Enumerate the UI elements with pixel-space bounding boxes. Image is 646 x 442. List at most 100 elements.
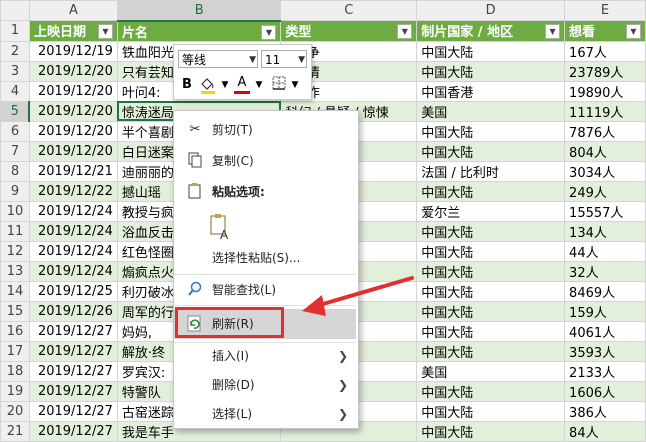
table-cell[interactable]: 中国香港 (416, 80, 566, 102)
table-cell[interactable]: 美国 (416, 360, 566, 382)
table-cell[interactable]: 19890人 (564, 80, 646, 102)
font-name-box[interactable]: 等线 ▼ (178, 50, 258, 68)
table-cell[interactable]: 134人 (564, 220, 646, 242)
table-cell[interactable]: 爱尔兰 (416, 200, 566, 222)
header-cell-country[interactable]: 制片国家 / 地区 ▼ (416, 20, 566, 42)
row-header[interactable]: 15 (0, 300, 30, 322)
table-cell[interactable]: 2019/12/27 (28, 400, 118, 422)
table-cell[interactable]: 167人 (564, 40, 646, 62)
table-cell[interactable]: 2019/12/24 (28, 240, 118, 262)
chevron-down-icon[interactable]: ▼ (249, 51, 256, 69)
row-header[interactable]: 12 (0, 240, 30, 262)
select-all-corner[interactable] (0, 0, 30, 21)
column-header-e[interactable]: E (564, 0, 646, 21)
table-cell[interactable]: 3034人 (564, 160, 646, 182)
bold-button[interactable]: B (180, 75, 194, 95)
table-cell[interactable]: 386人 (564, 400, 646, 422)
table-cell[interactable]: 2019/12/20 (28, 140, 118, 162)
table-cell[interactable]: 中国大陆 (416, 420, 566, 442)
table-cell[interactable]: 2019/12/24 (28, 200, 118, 222)
table-cell[interactable]: 中国大陆 (416, 260, 566, 282)
table-cell[interactable]: 美国 (416, 100, 566, 122)
table-cell[interactable]: 中国大陆 (416, 40, 566, 62)
table-cell[interactable]: 7876人 (564, 120, 646, 142)
row-header[interactable]: 4 (0, 80, 30, 102)
row-header[interactable]: 13 (0, 260, 30, 282)
table-cell[interactable]: 中国大陆 (416, 300, 566, 322)
table-cell[interactable]: 中国大陆 (416, 380, 566, 402)
chevron-down-icon[interactable]: ▼ (290, 75, 300, 95)
row-header[interactable]: 7 (0, 140, 30, 162)
column-header-a[interactable]: A (28, 0, 118, 21)
table-cell[interactable]: 4061人 (564, 320, 646, 342)
menu-item-select[interactable]: 选择(L) ❯ (174, 401, 356, 427)
table-cell[interactable]: 804人 (564, 140, 646, 162)
header-cell-date[interactable]: 上映日期 ▼ (28, 20, 118, 42)
header-cell-want[interactable]: 想看 ▼ (564, 20, 646, 42)
table-cell[interactable]: 11119人 (564, 100, 646, 122)
table-cell[interactable]: 2019/12/27 (28, 320, 118, 342)
table-cell[interactable]: 44人 (564, 240, 646, 262)
table-cell[interactable]: 23789人 (564, 60, 646, 82)
menu-item-delete[interactable]: 删除(D) ❯ (174, 372, 356, 398)
paste-keep-format-icon[interactable]: A (210, 213, 232, 242)
row-header[interactable]: 16 (0, 320, 30, 342)
table-cell[interactable]: 中国大陆 (416, 340, 566, 362)
font-color-button[interactable]: A (234, 75, 250, 94)
filter-dropdown-icon[interactable]: ▼ (97, 24, 113, 40)
table-cell[interactable]: 2019/12/24 (28, 260, 118, 282)
table-cell[interactable]: 中国大陆 (416, 220, 566, 242)
row-header[interactable]: 18 (0, 360, 30, 382)
menu-item-smart-lookup[interactable]: 智能查找(L) (174, 277, 356, 303)
row-header[interactable]: 10 (0, 200, 30, 222)
fill-color-button[interactable] (198, 75, 220, 95)
filter-dropdown-icon[interactable]: ▼ (626, 24, 641, 40)
menu-item-copy[interactable]: 复制(C) (174, 148, 356, 174)
chevron-down-icon[interactable]: ▼ (254, 75, 264, 95)
table-cell[interactable]: 2133人 (564, 360, 646, 382)
row-header[interactable]: 3 (0, 60, 30, 82)
column-header-b[interactable]: B (116, 0, 282, 22)
table-cell[interactable]: 中国大陆 (416, 180, 566, 202)
filter-dropdown-icon[interactable]: ▼ (261, 24, 277, 40)
table-cell[interactable]: 中国大陆 (416, 280, 566, 302)
table-cell[interactable]: 中国大陆 (416, 140, 566, 162)
table-cell[interactable]: 2019/12/20 (28, 120, 118, 142)
border-button[interactable] (270, 75, 288, 95)
menu-item-insert[interactable]: 插入(I) ❯ (174, 343, 356, 369)
row-header[interactable]: 6 (0, 120, 30, 142)
table-cell[interactable]: 84人 (564, 420, 646, 442)
row-header[interactable]: 8 (0, 160, 30, 182)
table-cell[interactable]: 2019/12/26 (28, 300, 118, 322)
row-header[interactable]: 2 (0, 40, 30, 62)
menu-item-cut[interactable]: ✂ 剪切(T) (174, 117, 356, 143)
table-cell[interactable]: 法国 / 比利时 (416, 160, 566, 182)
table-cell[interactable]: 2019/12/27 (28, 380, 118, 402)
table-cell[interactable]: 1606人 (564, 380, 646, 402)
row-header[interactable]: 14 (0, 280, 30, 302)
table-cell[interactable]: 2019/12/27 (28, 340, 118, 362)
table-cell[interactable]: 3593人 (564, 340, 646, 362)
table-cell[interactable]: 8469人 (564, 280, 646, 302)
table-cell[interactable]: 2019/12/19 (28, 40, 118, 62)
row-header[interactable]: 11 (0, 220, 30, 242)
table-cell[interactable]: 32人 (564, 260, 646, 282)
header-cell-title[interactable]: 片名 ▼ (116, 20, 282, 42)
chevron-down-icon[interactable]: ▼ (298, 51, 305, 69)
table-cell[interactable]: 159人 (564, 300, 646, 322)
row-header[interactable]: 1 (0, 20, 30, 42)
table-cell[interactable]: 15557人 (564, 200, 646, 222)
table-cell[interactable]: 中国大陆 (416, 120, 566, 142)
table-cell[interactable]: 中国大陆 (416, 240, 566, 262)
table-cell[interactable]: 2019/12/20 (28, 80, 118, 102)
filter-dropdown-icon[interactable]: ▼ (397, 24, 413, 40)
table-cell[interactable]: 中国大陆 (416, 320, 566, 342)
chevron-down-icon[interactable]: ▼ (220, 75, 230, 95)
row-header[interactable]: 5 (0, 100, 31, 122)
column-header-c[interactable]: C (280, 0, 418, 21)
row-header[interactable]: 19 (0, 380, 30, 402)
table-cell[interactable]: 2019/12/27 (28, 360, 118, 382)
table-cell[interactable]: 中国大陆 (416, 400, 566, 422)
table-cell[interactable]: 中国大陆 (416, 60, 566, 82)
table-cell[interactable]: 2019/12/21 (28, 160, 118, 182)
